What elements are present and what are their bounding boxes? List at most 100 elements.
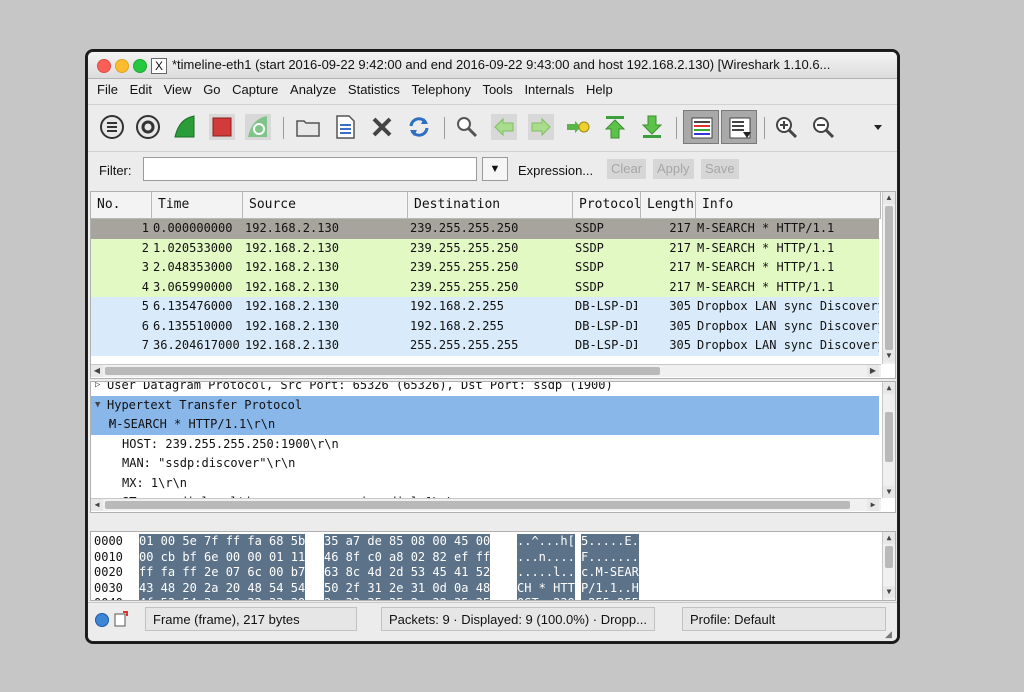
byte-hex-group[interactable]: ff fa ff 2e 07 6c 00 b7 [139, 565, 306, 581]
menu-go[interactable]: Go [203, 79, 220, 101]
byte-ascii-group[interactable]: ...n.... [517, 549, 575, 565]
zoom-in-icon[interactable] [771, 112, 801, 142]
menu-analyze[interactable]: Analyze [290, 79, 336, 101]
menu-edit[interactable]: Edit [130, 79, 152, 101]
bytes-vscroll[interactable]: ▲ ▼ [882, 532, 895, 600]
column-header-info[interactable]: Info [696, 192, 881, 218]
byte-hex-group[interactable]: 46 8f c0 a8 02 82 ef ff [324, 549, 491, 565]
first-packet-icon[interactable] [600, 112, 630, 142]
byte-hex-group[interactable]: 4f 53 54 3a 20 32 33 39 [139, 596, 306, 600]
expression-button[interactable]: Expression... [518, 163, 593, 178]
colorize-icon[interactable] [683, 110, 719, 144]
byte-ascii-group[interactable]: 5.....E. [581, 534, 639, 550]
byte-hex-group[interactable]: 35 a7 de 85 08 00 45 00 [324, 534, 491, 550]
filter-dropdown-button[interactable]: ▼ [482, 157, 508, 181]
close-window-button[interactable] [97, 59, 111, 73]
scroll-down-icon[interactable]: ▼ [883, 486, 895, 498]
interfaces-icon[interactable] [97, 112, 127, 142]
detail-row[interactable]: MAN: "ssdp:discover"\r\n [91, 454, 879, 474]
packet-row[interactable]: 2 1.020533000 192.168.2.130 239.255.255.250… [91, 238, 879, 258]
go-forward-icon[interactable] [526, 112, 556, 142]
status-profile[interactable]: Profile: Default [682, 607, 886, 631]
packet-row[interactable]: 7 36.204617000 192.168.2.130 255.255.255.25… [91, 336, 879, 356]
scroll-thumb[interactable] [885, 546, 893, 568]
detail-row[interactable]: MX: 1\r\n [91, 474, 879, 494]
byte-ascii-group[interactable]: .255.255 [581, 596, 639, 600]
scroll-right-icon[interactable]: ▶ [867, 365, 879, 377]
byte-hex-group[interactable]: 50 2f 31 2e 31 0d 0a 48 [324, 580, 491, 596]
menu-telephony[interactable]: Telephony [412, 79, 471, 101]
close-file-icon[interactable] [367, 112, 397, 142]
scroll-thumb[interactable] [105, 501, 850, 509]
go-to-packet-icon[interactable] [563, 112, 593, 142]
menu-statistics[interactable]: Statistics [348, 79, 400, 101]
packet-row[interactable]: 3 2.048353000 192.168.2.130 239.255.255.250… [91, 258, 879, 278]
resize-grip-icon[interactable]: ◢ [885, 629, 895, 639]
zoom-out-icon[interactable] [808, 112, 838, 142]
menu-file[interactable]: File [97, 79, 118, 101]
packet-row[interactable]: 6 6.135510000 192.168.2.130 192.168.2.255 DB… [91, 316, 879, 336]
column-header-protocol[interactable]: Protocol [573, 192, 641, 218]
scroll-thumb[interactable] [105, 367, 660, 375]
expand-toggle-icon[interactable]: ▷ [95, 382, 100, 396]
byte-offset[interactable]: 0030 [94, 581, 123, 597]
scroll-thumb[interactable] [885, 206, 893, 350]
scroll-up-icon[interactable]: ▲ [883, 532, 895, 544]
scroll-down-icon[interactable]: ▼ [883, 350, 895, 362]
clear-button[interactable]: Clear [607, 159, 647, 179]
find-packet-icon[interactable] [452, 112, 482, 142]
column-header-destination[interactable]: Destination [408, 192, 573, 218]
byte-offset[interactable]: 0040 [94, 596, 123, 600]
scroll-left-icon[interactable]: ◀ [91, 499, 103, 511]
byte-hex-group[interactable]: 43 48 20 2a 20 48 54 54 [139, 580, 306, 596]
scroll-thumb[interactable] [885, 412, 893, 462]
scroll-down-icon[interactable]: ▼ [883, 586, 895, 598]
save-filter-button[interactable]: Save [701, 159, 739, 179]
expand-toggle-icon[interactable]: ▼ [95, 396, 100, 416]
byte-ascii-group[interactable]: ..^...h[ [517, 534, 575, 550]
options-icon[interactable] [133, 112, 163, 142]
scroll-right-icon[interactable]: ▶ [867, 499, 879, 511]
column-header-no[interactable]: No. [91, 192, 152, 218]
byte-ascii-group[interactable]: P/1.1..H [581, 580, 639, 596]
filter-input[interactable] [143, 157, 477, 181]
column-header-time[interactable]: Time [152, 192, 243, 218]
scroll-up-icon[interactable]: ▲ [883, 192, 895, 204]
capture-comment-icon[interactable] [114, 611, 128, 627]
last-packet-icon[interactable] [637, 112, 667, 142]
packet-list-hscroll[interactable]: ◀ ▶ [91, 364, 881, 377]
details-vscroll[interactable]: ▲ ▼ [882, 382, 895, 498]
details-hscroll[interactable]: ◀ ▶ [91, 498, 881, 511]
byte-ascii-group[interactable]: .....l.. [517, 565, 575, 581]
byte-hex-group[interactable]: 00 cb bf 6e 00 00 01 11 [139, 549, 306, 565]
reload-icon[interactable] [404, 112, 434, 142]
byte-ascii-group[interactable]: F....... [581, 549, 639, 565]
minimize-window-button[interactable] [115, 59, 129, 73]
restart-capture-icon[interactable] [243, 112, 273, 142]
byte-hex-group[interactable]: 01 00 5e 7f ff fa 68 5b [139, 534, 306, 550]
scroll-left-icon[interactable]: ◀ [91, 365, 103, 377]
byte-hex-group[interactable]: 2e 32 35 35 2e 32 35 35 [324, 596, 491, 600]
detail-row[interactable]: ▷ M-SEARCH * HTTP/1.1\r\n [91, 415, 879, 435]
menu-help[interactable]: Help [586, 79, 613, 101]
byte-ascii-group[interactable]: CH * HTT [517, 580, 575, 596]
detail-row[interactable]: ▷ User Datagram Protocol, Src Port: 65326… [91, 382, 879, 396]
byte-ascii-group[interactable]: OST: 239 [517, 596, 575, 600]
packet-row[interactable]: 5 6.135476000 192.168.2.130 192.168.2.255 DB… [91, 297, 879, 317]
byte-offset[interactable]: 0020 [94, 565, 123, 581]
open-file-icon[interactable] [293, 112, 323, 142]
byte-ascii-group[interactable]: c.M-SEAR [581, 565, 639, 581]
stop-capture-icon[interactable] [207, 112, 237, 142]
packet-list-vscroll[interactable]: ▲ ▼ [882, 192, 895, 364]
packet-row[interactable]: 1 0.000000000 192.168.2.130 239.255.255.250… [91, 219, 879, 239]
autoscroll-icon[interactable] [721, 110, 757, 144]
menu-view[interactable]: View [164, 79, 192, 101]
byte-offset[interactable]: 0010 [94, 550, 123, 566]
packet-row[interactable]: 4 3.065990000 192.168.2.130 239.255.255.250… [91, 277, 879, 297]
menu-tools[interactable]: Tools [482, 79, 512, 101]
more-icon[interactable] [863, 112, 893, 142]
menu-capture[interactable]: Capture [232, 79, 278, 101]
expert-info-icon[interactable] [95, 613, 109, 627]
byte-offset[interactable]: 0000 [94, 534, 123, 550]
save-file-icon[interactable] [330, 112, 360, 142]
